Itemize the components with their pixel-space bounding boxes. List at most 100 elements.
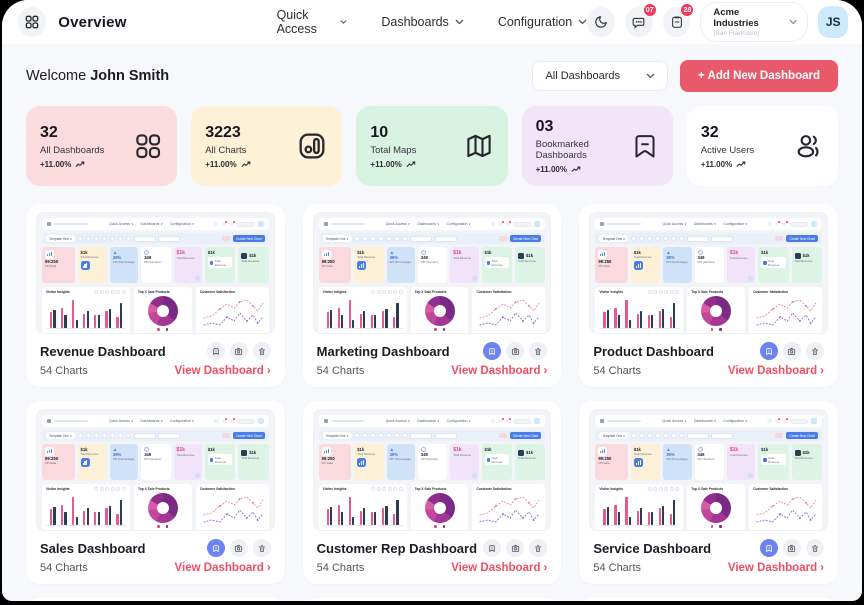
dashboard-card[interactable]: Quick Access ∨ Dashboards ∨ Configuratio… [579, 598, 838, 601]
view-dashboard-link[interactable]: View Dashboard › [175, 562, 271, 574]
camera-button[interactable] [506, 342, 524, 360]
tasks-button[interactable]: 28 [663, 7, 691, 37]
dashboard-title: Product Dashboard [593, 344, 714, 359]
delete-button[interactable] [806, 342, 824, 360]
dashboard-thumbnail[interactable]: Quick Access ∨ Dashboards ∨ Configuratio… [313, 212, 552, 334]
delete-button[interactable] [529, 342, 547, 360]
bookmark-button[interactable] [483, 539, 501, 557]
dashboard-title: Customer Rep Dashboard [317, 541, 477, 556]
chevron-right-icon: › [543, 562, 547, 574]
bookmark-button[interactable] [207, 342, 225, 360]
thumb-toolbar: Template One ∨ Create New Chart [42, 430, 269, 441]
moon-icon [594, 15, 608, 29]
view-dashboard-link[interactable]: View Dashboard › [451, 365, 547, 377]
delete-button[interactable] [253, 342, 271, 360]
charts-count: 54 Charts [40, 562, 88, 574]
camera-icon [787, 347, 796, 356]
dashboard-thumbnail[interactable]: Quick Access ∨ Dashboards ∨ Configuratio… [313, 409, 552, 531]
chevron-down-icon [789, 19, 797, 25]
thumb-toolbar: Template One ∨ Create New Chart [595, 233, 822, 244]
stat-card-all-charts: 3223 All Charts +11.00% [191, 106, 342, 186]
dashboard-card[interactable]: Quick Access ∨ Dashboards ∨ Configuratio… [579, 401, 838, 584]
camera-button[interactable] [230, 539, 248, 557]
thumb-donut-chart: Top X Sale Products [411, 287, 469, 334]
add-new-dashboard-button[interactable]: + Add New Dashboard [680, 60, 838, 92]
dashboard-title: Marketing Dashboard [317, 344, 450, 359]
dashboard-title: Sales Dashboard [40, 541, 146, 556]
thumb-toolbar: Template One ∨ Create New Chart [319, 430, 546, 441]
stat-label: Bookmarked Dashboards [536, 139, 631, 161]
charts-count: 54 Charts [593, 365, 641, 377]
bookmark-button[interactable] [483, 342, 501, 360]
camera-button[interactable] [506, 539, 524, 557]
dashboard-card[interactable]: Quick Access ∨ Dashboards ∨ Configuratio… [303, 401, 562, 584]
thumb-charts: Visitor Insights Top X Sale Product [319, 287, 546, 334]
grid-icon [133, 131, 163, 161]
camera-icon [511, 347, 520, 356]
user-avatar[interactable]: JS [818, 6, 848, 38]
thumb-toolbar: Template One ∨ Create New Chart [42, 233, 269, 244]
stat-card-active-users: 32 Active Users +11.00% [687, 106, 838, 186]
welcome-message: Welcome John Smith [26, 68, 169, 84]
stat-value: 32 [701, 124, 754, 142]
bookmark-button[interactable] [207, 539, 225, 557]
thumb-line-chart: Customer Satisfaction [472, 484, 545, 531]
dashboard-card[interactable]: Quick Access ∨ Dashboards ∨ Configuratio… [303, 204, 562, 387]
delete-button[interactable] [253, 539, 271, 557]
dashboard-filter-select[interactable]: All Dashboards [532, 61, 668, 91]
dashboard-card[interactable]: Quick Access ∨ Dashboards ∨ Configuratio… [579, 204, 838, 387]
top-navbar: Overview Quick Access Dashboards Configu… [2, 0, 862, 44]
grid-logo-icon [24, 14, 40, 30]
delete-button[interactable] [806, 539, 824, 557]
view-dashboard-link[interactable]: View Dashboard › [728, 365, 824, 377]
map-icon [464, 131, 494, 161]
dashboard-card[interactable]: Quick Access ∨ Dashboards ∨ Configuratio… [26, 598, 285, 601]
dashboard-thumbnail[interactable]: Quick Access ∨ Dashboards ∨ Configuratio… [36, 212, 275, 334]
bookmark-button[interactable] [760, 342, 778, 360]
trend-up-icon [75, 161, 85, 168]
trash-icon [534, 347, 542, 356]
dark-mode-toggle[interactable] [587, 7, 615, 37]
user-name: John Smith [90, 68, 169, 84]
stat-label: Total Maps [370, 145, 416, 156]
view-dashboard-link[interactable]: View Dashboard › [728, 562, 824, 574]
dashboard-card[interactable]: Quick Access ∨ Dashboards ∨ Configuratio… [26, 204, 285, 387]
app-window: Overview Quick Access Dashboards Configu… [2, 0, 862, 601]
stat-label: Active Users [701, 145, 754, 156]
bookmark-icon [765, 347, 773, 356]
stat-value: 03 [536, 118, 631, 136]
main-nav: Quick Access Dashboards Configuration [277, 8, 588, 36]
thumb-donut-chart: Top X Sale Products [687, 484, 745, 531]
dashboard-card[interactable]: Quick Access ∨ Dashboards ∨ Configuratio… [26, 401, 285, 584]
chevron-down-icon [455, 19, 464, 25]
camera-button[interactable] [783, 342, 801, 360]
bookmark-icon [631, 131, 659, 161]
delete-button[interactable] [529, 539, 547, 557]
view-dashboard-link[interactable]: View Dashboard › [451, 562, 547, 574]
dashboard-thumbnail[interactable]: Quick Access ∨ Dashboards ∨ Configuratio… [589, 409, 828, 531]
dashboard-thumbnail[interactable]: Quick Access ∨ Dashboards ∨ Configuratio… [589, 212, 828, 334]
thumb-navbar: Quick Access ∨ Dashboards ∨ Configuratio… [42, 218, 269, 230]
view-dashboard-link[interactable]: View Dashboard › [175, 365, 271, 377]
bookmark-button[interactable] [760, 539, 778, 557]
camera-button[interactable] [783, 539, 801, 557]
messages-button[interactable]: 07 [625, 7, 653, 37]
thumb-charts: Visitor Insights Top X Sale Product [42, 287, 269, 334]
users-icon [794, 131, 824, 161]
chevron-down-icon [578, 19, 587, 25]
thumb-donut-chart: Top X Sale Products [687, 287, 745, 334]
camera-button[interactable] [230, 342, 248, 360]
thumb-toolbar: Template One ∨ Create New Chart [319, 233, 546, 244]
thumb-navbar: Quick Access ∨ Dashboards ∨ Configuratio… [595, 415, 822, 427]
dashboard-thumbnail[interactable]: Quick Access ∨ Dashboards ∨ Configuratio… [36, 409, 275, 531]
company-selector[interactable]: Acme Industries (San Francisco) [700, 2, 808, 42]
dashboard-card[interactable]: Quick Access ∨ Dashboards ∨ Configuratio… [303, 598, 562, 601]
trash-icon [258, 347, 266, 356]
nav-dashboards[interactable]: Dashboards [381, 8, 463, 36]
nav-quick-access[interactable]: Quick Access [277, 8, 348, 36]
thumb-kpi-tiles: 99:250 KPI Data $1k Total Revenue ▲ 39% … [595, 444, 822, 480]
nav-configuration[interactable]: Configuration [498, 8, 587, 36]
trash-icon [811, 347, 819, 356]
stat-delta: +11.00% [205, 160, 236, 169]
app-logo[interactable] [18, 7, 46, 37]
